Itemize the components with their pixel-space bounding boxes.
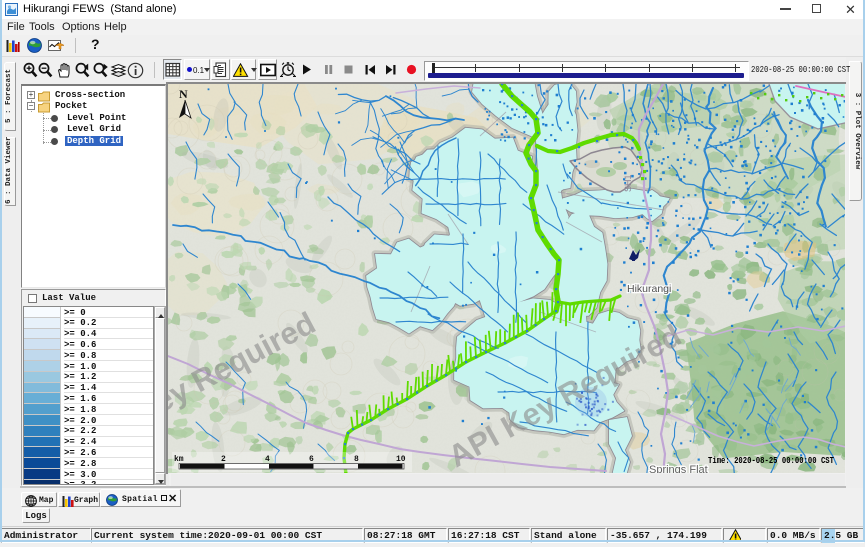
svg-text:6: 6: [309, 455, 314, 464]
svg-text:4: 4: [265, 455, 270, 464]
svg-text:8: 8: [354, 455, 359, 464]
svg-text:Hikurangi: Hikurangi: [627, 283, 671, 295]
svg-text:Time: 2020-08-25 00:00:00 CST: Time: 2020-08-25 00:00:00 CST: [708, 455, 834, 466]
svg-text:10: 10: [396, 455, 406, 464]
svg-text:N: N: [179, 87, 188, 101]
svg-text:Springs Flat: Springs Flat: [649, 464, 708, 473]
svg-text:SH1: SH1: [623, 174, 633, 192]
svg-text:km: km: [174, 455, 184, 464]
svg-text:2: 2: [221, 455, 226, 464]
